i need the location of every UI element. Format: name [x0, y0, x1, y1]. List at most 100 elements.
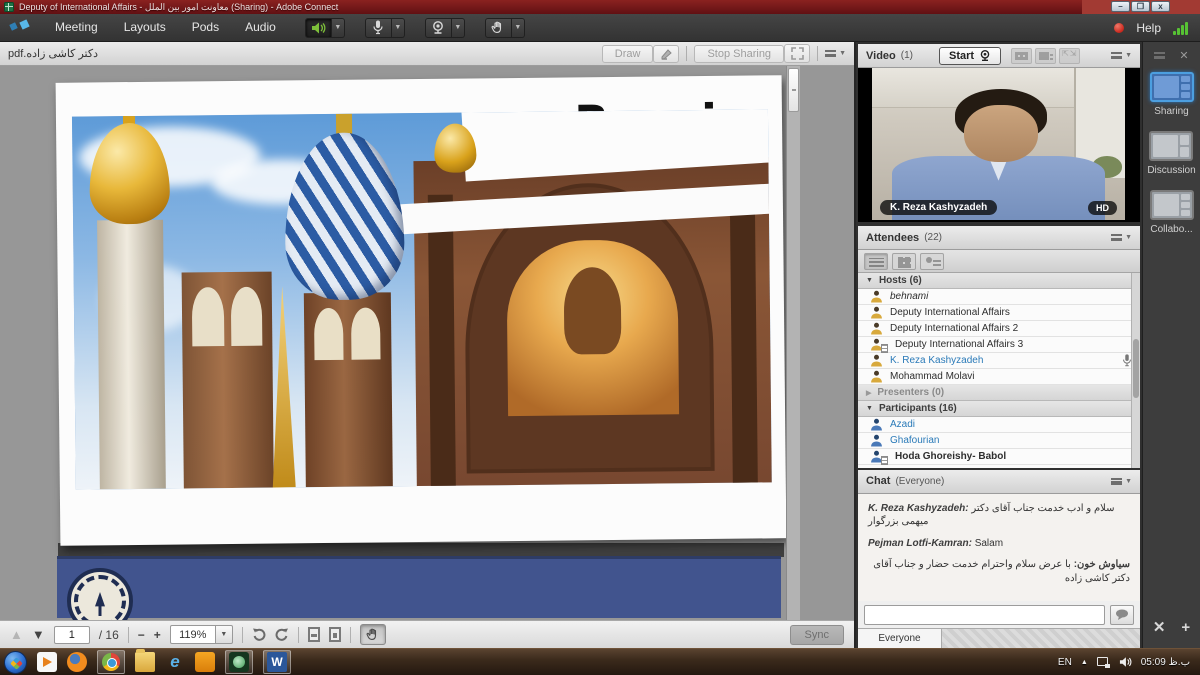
previous-page-button[interactable]: ▲ [10, 628, 23, 641]
zoom-level-select[interactable]: 119% ▼ [170, 625, 233, 644]
participants-group-header[interactable]: ▼ Participants (16) [858, 401, 1140, 417]
taskbar-connect-button[interactable] [225, 650, 253, 674]
chat-messages: K. Reza Kashyzadeh: سلام و ادب خدمت جناب… [858, 494, 1140, 602]
attendee-row[interactable]: Hoda Ghoreishy- Babol [858, 449, 1140, 465]
send-message-button[interactable] [1110, 605, 1134, 625]
share-scrollbar-thumb[interactable] [788, 68, 799, 112]
zoom-in-button[interactable]: + [154, 628, 161, 642]
adobe-connect-icon [229, 652, 249, 672]
rotate-right-icon[interactable] [275, 628, 289, 641]
menu-audio[interactable]: Audio [232, 14, 289, 41]
breakout-view-icon[interactable] [892, 253, 916, 270]
fit-page-icon[interactable] [308, 627, 320, 642]
video-fullscreen-icon[interactable] [1059, 48, 1080, 64]
attendees-scrollbar[interactable] [1131, 273, 1140, 467]
chat-pod-menu-button[interactable]: ▼ [1111, 478, 1132, 485]
participant-icon [870, 418, 883, 431]
taskbar-explorer-icon[interactable] [135, 652, 155, 672]
chat-input[interactable] [864, 605, 1105, 625]
close-button[interactable]: x [1151, 1, 1170, 12]
zoom-dropdown-icon[interactable]: ▼ [216, 625, 233, 644]
layout-collaboration[interactable]: Collabo... [1150, 190, 1194, 235]
hosts-group-header[interactable]: ▼ Hosts (6) [858, 273, 1140, 289]
layout-close-icon[interactable]: ✕ [1179, 49, 1188, 62]
maximize-button[interactable]: ❐ [1131, 1, 1150, 12]
attendees-scrollbar-thumb[interactable] [1133, 339, 1139, 397]
tray-expand-icon[interactable]: ▲ [1081, 659, 1088, 666]
taskbar-firefox-icon[interactable] [67, 652, 87, 672]
layout-menu-icon[interactable] [1154, 52, 1165, 59]
webcam-dropdown-icon[interactable]: ▼ [452, 18, 465, 38]
attendee-row[interactable]: Deputy International Affairs 3 [858, 337, 1140, 353]
raise-hand-icon[interactable] [485, 18, 512, 38]
page-total-label: / 16 [99, 628, 119, 642]
recording-indicator [1114, 23, 1124, 33]
menu-pods[interactable]: Pods [179, 14, 232, 41]
start-webcam-button[interactable]: Start [939, 47, 1001, 65]
taskbar-media-player-icon[interactable] [37, 652, 57, 672]
host-icon [870, 306, 883, 319]
video-pod-menu-button[interactable]: ▼ [1111, 52, 1132, 59]
sync-button[interactable]: Sync [790, 625, 844, 645]
university-logo [67, 568, 133, 620]
chat-pod-title: Chat [866, 475, 890, 487]
chat-sender: سیاوش خون: [1074, 559, 1130, 570]
taskbar-chrome-button[interactable] [97, 650, 125, 674]
connection-status-icon[interactable] [1173, 21, 1188, 35]
grid-view-icon[interactable] [1011, 48, 1032, 64]
layout-sharing[interactable]: Sharing [1150, 72, 1194, 117]
webcam-icon[interactable] [425, 18, 452, 38]
taskbar-word-button[interactable]: W [263, 650, 291, 674]
menu-help[interactable]: Help [1136, 21, 1161, 35]
filmstrip-view-icon[interactable] [1035, 48, 1056, 64]
close-pod-icon[interactable]: ✕ [1153, 618, 1166, 636]
attendees-toolbar [858, 250, 1140, 273]
menu-meeting[interactable]: Meeting [42, 14, 111, 41]
start-button[interactable] [4, 651, 27, 674]
status-view-icon[interactable] [920, 253, 944, 270]
attendee-row[interactable]: Azadi [858, 417, 1140, 433]
list-view-icon[interactable] [864, 253, 888, 270]
volume-icon[interactable] [1119, 656, 1132, 668]
attendee-row[interactable]: Deputy International Affairs [858, 305, 1140, 321]
next-page-button[interactable]: ▼ [32, 628, 45, 641]
network-icon[interactable] [1097, 657, 1110, 668]
pointer-tool-icon[interactable] [653, 45, 679, 63]
presentation-slide: Russia [56, 75, 787, 546]
add-pod-icon[interactable]: + [1181, 619, 1190, 636]
attendee-row[interactable]: Ghafourian [858, 433, 1140, 449]
minimize-button[interactable]: – [1111, 1, 1130, 12]
speaker-icon[interactable] [305, 18, 332, 38]
attendee-row[interactable]: Deputy International Affairs 2 [858, 321, 1140, 337]
hand-icon [366, 628, 380, 642]
draw-button[interactable]: Draw [602, 45, 654, 63]
chat-message: سیاوش خون: با عرض سلام واحترام خدمت حضار… [868, 558, 1130, 585]
attendee-row[interactable]: behnami [858, 289, 1140, 305]
attendees-pod-menu-button[interactable]: ▼ [1111, 234, 1132, 241]
speaker-dropdown-icon[interactable]: ▼ [332, 18, 345, 38]
fullscreen-icon[interactable] [784, 44, 810, 63]
attendee-row[interactable]: Mohammad Molavi [858, 369, 1140, 385]
menu-layouts[interactable]: Layouts [111, 14, 179, 41]
rotate-left-icon[interactable] [252, 628, 266, 641]
presenters-group-header[interactable]: ▶ Presenters (0) [858, 385, 1140, 401]
layout-discussion[interactable]: Discussion [1147, 131, 1195, 176]
attendee-name: behnami [890, 291, 928, 302]
attendee-row[interactable]: K. Reza Kashyzadeh [858, 353, 1140, 369]
page-number-input[interactable] [54, 626, 90, 644]
language-indicator[interactable]: EN [1058, 657, 1072, 668]
stop-sharing-button[interactable]: Stop Sharing [694, 45, 784, 63]
status-dropdown-icon[interactable]: ▼ [512, 18, 525, 38]
clock[interactable]: ب.ظ 05:09 [1141, 657, 1190, 668]
microphone-icon[interactable] [365, 18, 392, 38]
pan-tool-button[interactable] [360, 624, 386, 645]
microphone-dropdown-icon[interactable]: ▼ [392, 18, 405, 38]
share-scrollbar[interactable] [786, 66, 800, 620]
taskbar-ie-icon[interactable]: e [165, 652, 185, 672]
share-pod-menu-button[interactable]: ▼ [825, 50, 846, 57]
zoom-out-button[interactable]: − [138, 628, 145, 642]
taskbar-app-icon[interactable] [195, 652, 215, 672]
hd-badge: HD [1088, 201, 1117, 215]
chat-tab-everyone[interactable]: Everyone [858, 629, 942, 648]
fit-width-icon[interactable] [329, 627, 341, 642]
